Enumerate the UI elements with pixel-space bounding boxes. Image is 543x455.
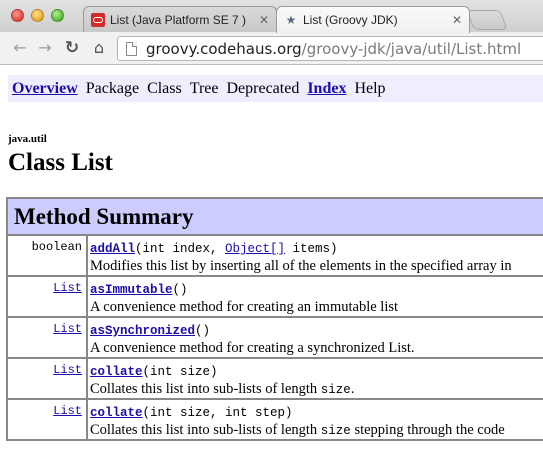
method-name-link[interactable]: asSynchronized — [90, 324, 195, 338]
method-signature: collate(int size, int step) — [90, 406, 293, 420]
page-content: Overview Package Class Tree Deprecated I… — [0, 66, 543, 455]
description-text: Collates this list into sub-lists of len… — [90, 422, 321, 438]
method-params: (int size) — [142, 365, 218, 379]
method-description: Collates this list into sub-lists of len… — [90, 381, 543, 398]
table-row: List asSynchronized() A convenience method… — [6, 316, 543, 359]
description-text-tail: stepping through the code — [350, 422, 505, 438]
method-description: A convenience method for creating a sync… — [90, 340, 543, 357]
address-bar[interactable]: groovy.codehaus.org/groovy-jdk/java/util… — [117, 36, 543, 61]
table-row: boolean addAll(int index, Object[] items)… — [6, 234, 543, 277]
return-type-cell: List — [6, 357, 88, 400]
description-text: Collates this list into sub-lists of len… — [90, 381, 321, 397]
close-tab-icon[interactable]: ✕ — [258, 13, 270, 27]
return-type-cell: boolean — [6, 234, 88, 277]
forward-arrow-icon[interactable]: → — [35, 38, 55, 58]
url-domain: groovy.codehaus.org — [146, 39, 302, 58]
description-code: size — [320, 424, 351, 438]
nav-help: Help — [354, 79, 386, 97]
nav-overview-link[interactable]: Overview — [12, 80, 78, 97]
table-row: List collate(int size, int step) Collates … — [6, 398, 543, 441]
method-detail-cell: addAll(int index, Object[] items) Modifie… — [86, 234, 543, 277]
zoom-window-button[interactable] — [51, 9, 64, 22]
page-icon — [126, 41, 137, 56]
tab-title: List (Java Platform SE 7 ) — [110, 13, 247, 27]
method-params-tail: items) — [285, 242, 338, 256]
nav-tree: Tree — [189, 79, 219, 97]
method-name-link[interactable]: asImmutable — [90, 283, 173, 297]
back-arrow-icon[interactable]: ← — [10, 38, 30, 58]
method-description: Collates this list into sub-lists of len… — [90, 422, 543, 439]
return-type-cell: List — [6, 275, 88, 318]
description-text: A convenience method for creating a sync… — [90, 340, 415, 356]
doc-navbar: Overview Package Class Tree Deprecated I… — [8, 75, 543, 102]
table-header-row: Method Summary — [6, 197, 543, 236]
new-tab-button[interactable] — [466, 10, 508, 30]
method-detail-cell: asSynchronized() A convenience method for… — [86, 316, 543, 359]
nav-deprecated: Deprecated — [226, 79, 300, 97]
oracle-icon — [91, 13, 105, 27]
method-detail-cell: collate(int size) Collates this list into… — [86, 357, 543, 400]
method-name-link[interactable]: collate — [90, 406, 143, 420]
return-type-cell: List — [6, 398, 88, 441]
return-type-link[interactable]: List — [53, 281, 82, 295]
return-type-link[interactable]: List — [53, 322, 82, 336]
method-summary-heading: Method Summary — [6, 197, 543, 236]
method-name-link[interactable]: addAll — [90, 242, 135, 256]
method-signature: addAll(int index, Object[] items) — [90, 242, 338, 256]
groovy-icon: ★ — [285, 13, 297, 27]
nav-class: Class — [147, 79, 182, 97]
method-summary-table: Method Summary boolean addAll(int index, … — [6, 197, 543, 441]
tab-title: List (Groovy JDK) — [303, 13, 398, 27]
method-params: (int index, — [135, 242, 226, 256]
param-type-link[interactable]: Object[] — [225, 242, 285, 256]
tab-java-platform[interactable]: List (Java Platform SE 7 ) ✕ — [83, 6, 277, 33]
method-params: (int size, int step) — [142, 406, 293, 420]
close-window-button[interactable] — [11, 9, 24, 22]
table-row: List asImmutable() A convenience method fo… — [6, 275, 543, 318]
method-signature: collate(int size) — [90, 365, 218, 379]
description-text-tail: . — [350, 381, 355, 397]
browser-toolbar: ← → ↻ ⌂ groovy.codehaus.org/groovy-jdk/j… — [0, 32, 543, 65]
nav-package: Package — [85, 79, 140, 97]
tab-groovy-jdk[interactable]: ★ List (Groovy JDK) ✕ — [276, 6, 470, 33]
method-detail-cell: collate(int size, int step) Collates this… — [86, 398, 543, 441]
return-type: boolean — [31, 240, 82, 254]
table-row: List collate(int size) Collates this list … — [6, 357, 543, 400]
nav-index-link[interactable]: Index — [307, 80, 346, 97]
url-path: /groovy-jdk/java/util/List.html — [301, 39, 522, 58]
home-icon[interactable]: ⌂ — [89, 38, 109, 58]
method-description: A convenience method for creating an imm… — [90, 299, 543, 316]
method-detail-cell: asImmutable() A convenience method for cr… — [86, 275, 543, 318]
description-text: Modifies this list by inserting all of t… — [90, 258, 512, 274]
return-type-link[interactable]: List — [53, 404, 82, 418]
method-name-link[interactable]: collate — [90, 365, 143, 379]
close-tab-icon[interactable]: ✕ — [451, 13, 463, 27]
method-params: () — [195, 324, 211, 338]
method-description: Modifies this list by inserting all of t… — [90, 258, 543, 275]
method-params: () — [172, 283, 188, 297]
description-text: A convenience method for creating an imm… — [90, 299, 399, 315]
return-type-link[interactable]: List — [53, 363, 82, 377]
browser-tab-strip: List (Java Platform SE 7 ) ✕ ★ List (Gro… — [0, 0, 543, 33]
package-name: java.util — [8, 133, 47, 145]
minimize-window-button[interactable] — [31, 9, 44, 22]
reload-icon[interactable]: ↻ — [62, 38, 82, 58]
description-code: size — [320, 383, 351, 397]
return-type-cell: List — [6, 316, 88, 359]
page-title: Class List — [8, 149, 113, 176]
method-signature: asImmutable() — [90, 283, 188, 297]
method-signature: asSynchronized() — [90, 324, 210, 338]
